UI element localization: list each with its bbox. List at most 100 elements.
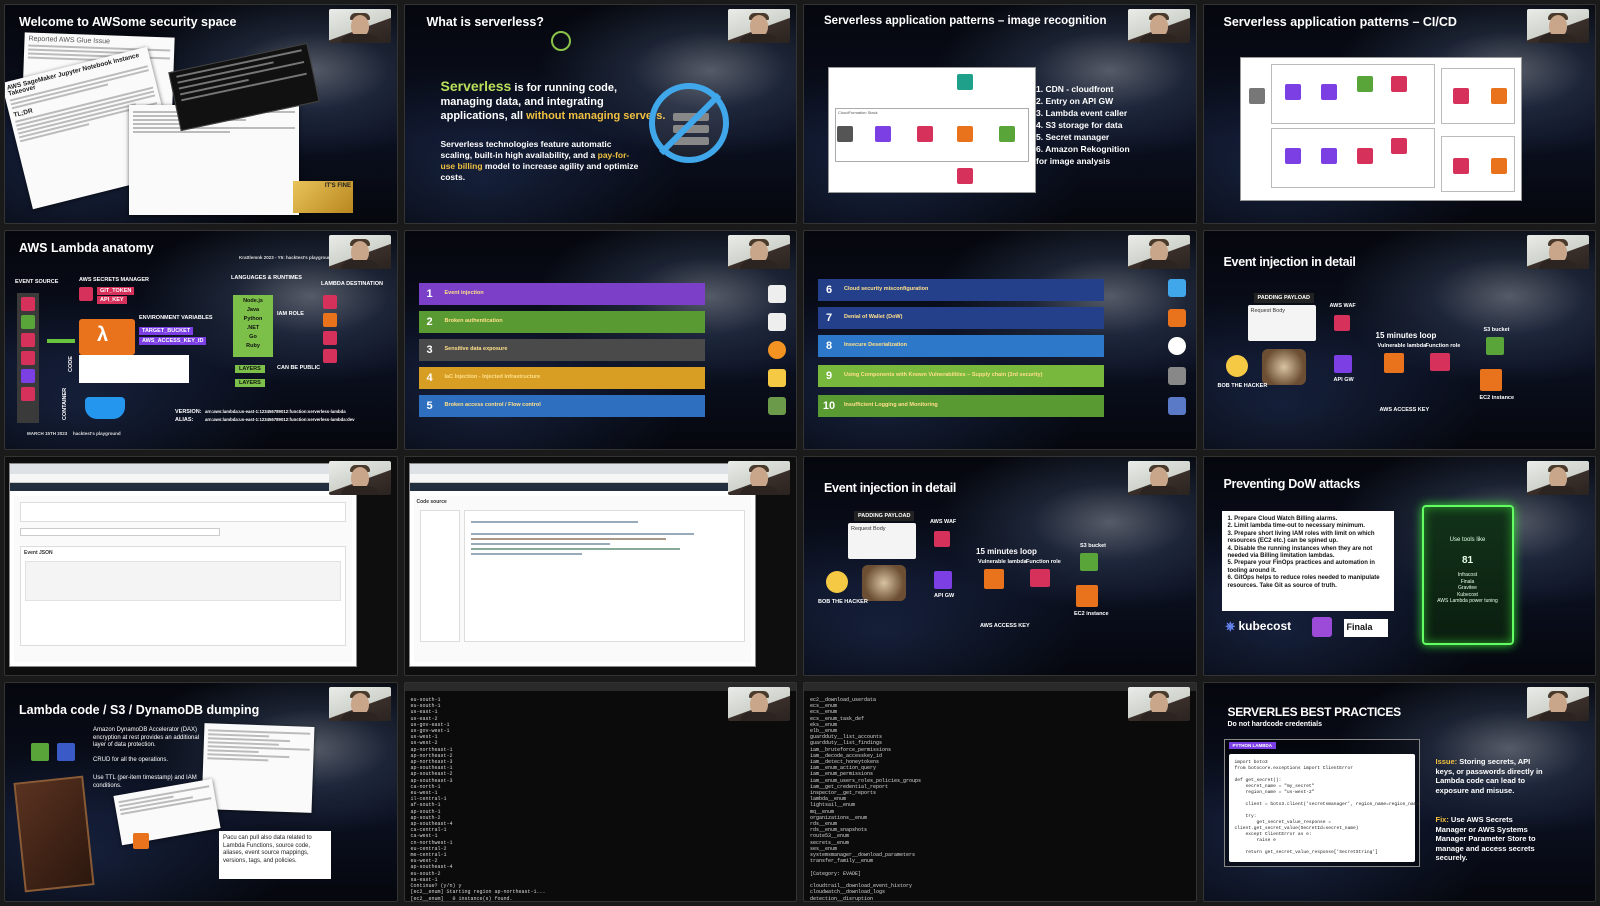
rekognition-icon	[957, 74, 973, 90]
waf-icon	[934, 531, 950, 547]
tile-what-is-serverless[interactable]: What is serverless? Serverless is for ru…	[403, 4, 797, 224]
fix-text: Fix: Use AWS Secrets Manager or AWS Syst…	[1436, 815, 1544, 863]
panel-title: Event JSON	[24, 550, 53, 556]
tile-owasp-6-10[interactable]: 6 Cloud security misconfiguration 7 Denial…	[803, 230, 1197, 450]
tool-item: AWS Lambda power tuning	[1437, 598, 1498, 604]
address-bar[interactable]	[409, 474, 755, 483]
tile-pattern-cicd[interactable]: Serverless application patterns – CI/CD	[1202, 4, 1596, 224]
tile-welcome[interactable]: Welcome to AWSome security space Reporte…	[4, 4, 398, 224]
aws-console-bar[interactable]	[10, 483, 356, 491]
file-tree[interactable]	[419, 510, 460, 642]
runtime-item: Go	[249, 334, 257, 340]
magnifier-icon	[1167, 337, 1186, 355]
kubecost-icon: ⎈	[1225, 619, 1239, 633]
api-gateway-icon	[917, 126, 933, 142]
card-number: 81	[1461, 555, 1474, 566]
tile-terminal-modules[interactable]: ec2__download_userdata ecs__enum ecs__en…	[803, 682, 1197, 902]
lambda-icon	[1490, 88, 1507, 104]
lambda-icon	[1383, 353, 1404, 373]
tile-event-injection-2[interactable]: Event injection in detail PADDING PAYLOA…	[803, 456, 1197, 676]
chain-icon	[1167, 367, 1186, 385]
lambda-icon: λ	[97, 324, 109, 346]
meme-text: IT'S FINE	[324, 183, 351, 189]
owasp-row: 9 Using Components with Known Vulnerabili…	[818, 365, 1104, 387]
crud-text: CRUD for all the operations.	[93, 757, 169, 763]
s3-label: S3 bucket	[1080, 543, 1106, 549]
tile-pattern-image-recognition[interactable]: Serverless application patterns – image …	[803, 4, 1197, 224]
tile-lambda-s3-dynamodb[interactable]: Lambda code / S3 / DynamoDB dumping Amaz…	[4, 682, 398, 902]
kubecost-text: kubecost	[1238, 619, 1292, 633]
destination-icon	[323, 313, 337, 327]
this-is-fine-image: IT'S FINE	[293, 181, 353, 213]
alias-value: arn:aws:lambda:us-east-1:123456789012:fu…	[205, 417, 355, 422]
event-icon	[21, 369, 35, 383]
tile-lambda-anatomy[interactable]: AWS Lambda anatomy Krattlemnk 2023 - Y5:…	[4, 230, 398, 450]
service-icon	[1356, 76, 1373, 92]
iam-role-icon	[1429, 353, 1450, 371]
list-item: 5. Secret manager	[1036, 132, 1110, 142]
speaker-camera	[1127, 235, 1190, 269]
browser-window[interactable]: Code source	[408, 463, 756, 667]
template-select[interactable]	[20, 528, 220, 536]
code-editor[interactable]	[463, 510, 745, 642]
tile-title: SERVERLES BEST PRACTICES	[1227, 705, 1402, 719]
s3-label: S3 bucket	[1483, 327, 1510, 333]
tile-terminal-regions[interactable]: eu-south-1 eu-south-1 us-east-1 us-east-…	[403, 682, 797, 902]
env-vars-label: ENVIRONMENT VARIABLES	[139, 315, 213, 321]
event-icon	[21, 387, 35, 401]
speaker-camera	[328, 461, 391, 495]
browser-tabs[interactable]	[409, 464, 755, 474]
browser-window[interactable]: Event JSON	[9, 463, 357, 667]
flow-icon	[768, 397, 786, 415]
cloudfront-icon	[875, 126, 891, 142]
version-value: arn:aws:lambda:us-east-1:123456789012:fu…	[205, 409, 346, 414]
browser-tabs[interactable]	[10, 464, 356, 474]
version-label: VERSION:	[175, 409, 202, 415]
runtime-item: Ruby	[246, 343, 260, 349]
alias-label: ALIAS:	[175, 417, 194, 423]
api-key-label: API_KEY	[97, 296, 127, 304]
kubecost-logo: ⎈ kubecost	[1226, 619, 1292, 634]
tile-preventing-dow[interactable]: Preventing DoW attacks 1. Prepare Cloud …	[1202, 456, 1596, 676]
service-icon	[1284, 148, 1301, 164]
row-number: 4	[426, 372, 433, 384]
tile-owasp-1-5[interactable]: 1 Event injection 2 Broken authentication …	[403, 230, 797, 450]
ec2-label: EC2 instance	[1074, 611, 1109, 617]
serverless-definition: Serverless is for running code, managing…	[441, 79, 671, 123]
owasp-row: 7 Denial of Wallet (DoW)	[818, 307, 1104, 329]
subtitle: Do not hardcode credentials	[1227, 721, 1323, 728]
tile-event-injection[interactable]: Event injection in detail PADDING PAYLOA…	[1202, 230, 1596, 450]
api-gateway-icon	[1333, 355, 1352, 373]
terminal-output: eu-south-1 eu-south-1 us-east-1 us-east-…	[410, 697, 546, 902]
card-title: Use tools like	[1449, 537, 1486, 543]
owasp-row: 5 Broken access control / Flow control	[418, 395, 705, 417]
panel-title: Code source	[416, 499, 447, 505]
can-be-public-label: CAN BE PUBLIC	[277, 365, 321, 371]
issue-text: Issue: Storing secrets, API keys, or pas…	[1436, 757, 1544, 795]
destination-label: LAMBDA DESTINATION	[321, 281, 384, 287]
address-bar[interactable]	[10, 474, 356, 483]
json-editor[interactable]	[25, 561, 341, 601]
vuln-lambda-label: Vulnerable lambda	[1377, 343, 1427, 349]
waf-label: AWS WAF	[930, 519, 957, 525]
request-body-label: Request Body	[851, 526, 886, 532]
padding-payload-label: PADDING PAYLOAD	[854, 511, 915, 521]
api-gateway-icon	[934, 571, 952, 589]
iam-role-icon	[1030, 569, 1050, 587]
runtime-item: Node.js	[243, 298, 263, 304]
service-icon	[1284, 84, 1301, 100]
owasp-row: 2 Broken authentication	[418, 311, 705, 333]
tile-best-practices[interactable]: SERVERLES BEST PRACTICES Do not hardcode…	[1202, 682, 1596, 902]
hacker-icon	[1225, 355, 1248, 377]
console-content: Event JSON	[14, 496, 352, 662]
list-item: 2. Limit lambda time-out to necessary mi…	[1227, 523, 1365, 530]
lambda-icon	[1490, 158, 1507, 174]
sun-icon	[768, 341, 786, 359]
tile-browser-event-json[interactable]: Event JSON	[4, 456, 398, 676]
aws-console-bar[interactable]	[409, 483, 755, 491]
languages-label: LANGUAGES & RUNTIMES	[231, 275, 302, 281]
code-frame: PYTHON LAMBDA import boto3 from botocore…	[1223, 739, 1422, 867]
tile-browser-code-source[interactable]: Code source	[403, 456, 797, 676]
list-item: for image analysis	[1036, 156, 1111, 166]
dax-text: Amazon DynamoDB Accelerator (DAX) encryp…	[93, 727, 200, 748]
